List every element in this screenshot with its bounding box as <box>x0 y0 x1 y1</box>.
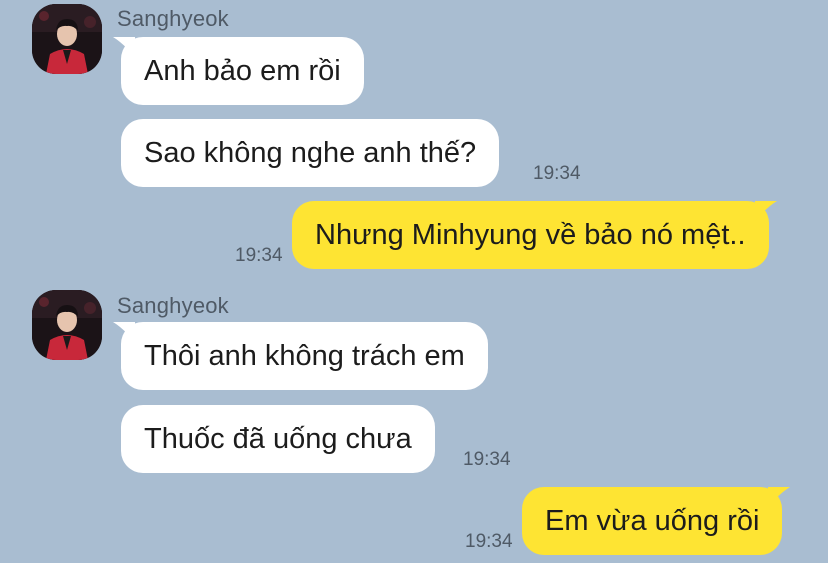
avatar-photo-icon <box>32 4 102 74</box>
incoming-message-bubble[interactable]: Sao không nghe anh thế? <box>121 119 500 187</box>
outgoing-message-bubble[interactable]: Em vừa uống rồi <box>522 487 791 555</box>
bubble-tail-icon <box>754 201 777 221</box>
message-timestamp: 19:34 <box>463 449 511 470</box>
message-timestamp: 19:34 <box>533 163 581 184</box>
message-text: Em vừa uống rồi <box>545 504 760 537</box>
message-text: Thuốc đã uống chưa <box>144 422 412 455</box>
message-timestamp: 19:34 <box>235 245 283 266</box>
message-text: Nhưng Minhyung về bảo nó mệt.. <box>315 218 746 251</box>
message-text: Thôi anh không trách em <box>144 339 465 372</box>
bubble-tail-icon <box>768 487 791 507</box>
incoming-message-bubble[interactable]: Anh bảo em rồi <box>113 37 364 105</box>
bubble-tail-icon <box>113 322 135 342</box>
incoming-message-bubble[interactable]: Thôi anh không trách em <box>113 322 488 390</box>
incoming-message-bubble[interactable]: Thuốc đã uống chưa <box>121 405 435 473</box>
sender-name: Sanghyeok <box>117 293 229 318</box>
outgoing-message-bubble[interactable]: Nhưng Minhyung về bảo nó mệt.. <box>292 201 777 269</box>
message-text: Anh bảo em rồi <box>144 54 341 87</box>
avatar-photo-icon <box>32 290 102 360</box>
avatar[interactable] <box>32 4 102 74</box>
message-text: Sao không nghe anh thế? <box>144 136 477 169</box>
message-timestamp: 19:34 <box>465 531 513 552</box>
bubble-tail-icon <box>113 37 135 57</box>
sender-name: Sanghyeok <box>117 6 229 31</box>
avatar[interactable] <box>32 290 102 360</box>
